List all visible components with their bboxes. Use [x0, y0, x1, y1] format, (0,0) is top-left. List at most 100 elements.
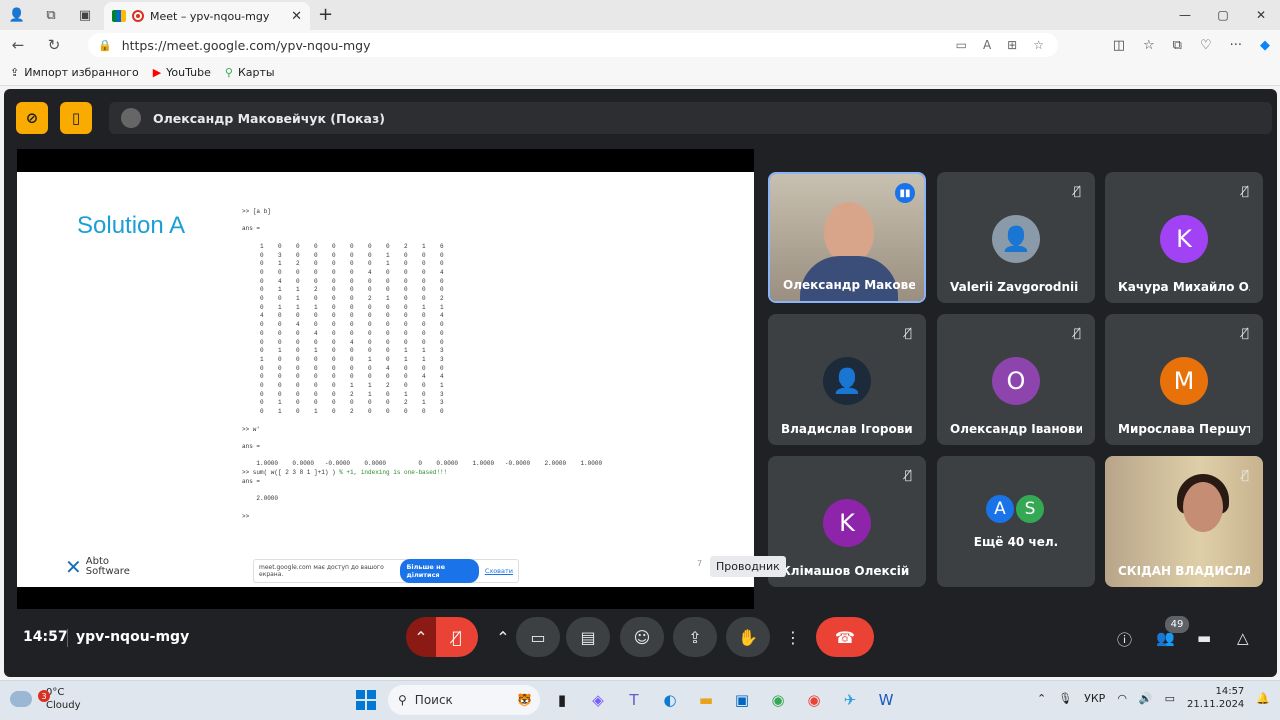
- participant-tile[interactable]: 🎙̸ K Клімашов Олексій О...: [768, 456, 926, 587]
- captions-button[interactable]: ▤: [566, 617, 610, 657]
- mic-off-icon: 🎙̸: [1241, 326, 1249, 340]
- copilot-app-icon[interactable]: ◈: [584, 685, 612, 715]
- participant-name: Олександр Іванович ...: [950, 422, 1082, 436]
- notifications-icon[interactable]: 🔔: [1256, 692, 1270, 705]
- store-icon[interactable]: ▣: [728, 685, 756, 715]
- bookmark-import[interactable]: ⇪ Импорт избранного: [10, 66, 139, 79]
- browser-essentials-icon[interactable]: ♡: [1200, 38, 1212, 53]
- matlab-output: >> [a b] ans = 1 0 0 0 0 0 0 0 2 1 6 0 3…: [242, 208, 602, 521]
- chevron-up-icon[interactable]: ⌃: [1037, 692, 1046, 705]
- copilot-icon[interactable]: ◆: [1260, 38, 1270, 53]
- active-tab[interactable]: Meet – ypv-nqou-mgy ✕: [104, 2, 310, 30]
- collections-icon[interactable]: ⧉: [34, 0, 68, 30]
- split-screen-icon[interactable]: ◫: [1113, 38, 1125, 53]
- meeting-info-icon[interactable]: ⓘ: [1117, 629, 1132, 650]
- participant-tile[interactable]: 🎙̸ СКІДАН ВЛАДИСЛАВ...: [1105, 456, 1263, 587]
- avatar: S: [1014, 493, 1046, 525]
- new-tab-icon[interactable]: +: [318, 4, 333, 25]
- tab-actions-icon[interactable]: ▣: [68, 0, 102, 30]
- present-button[interactable]: ⇪: [673, 617, 717, 657]
- maximize-icon[interactable]: ▢: [1204, 0, 1242, 30]
- participant-name: Олександр Маковей...: [783, 278, 915, 292]
- emoji-icon: ☺: [633, 627, 651, 647]
- favorites-icon[interactable]: ☆: [1143, 38, 1155, 53]
- meet-favicon-icon: [112, 10, 126, 22]
- mic-off-icon: 🎙̸: [1241, 468, 1249, 482]
- url-text[interactable]: https://meet.google.com/ypv-nqou-mgy: [122, 38, 946, 53]
- participant-tile[interactable]: 🎙̸ K Качура Михайло Оле...: [1105, 172, 1263, 303]
- start-button[interactable]: [352, 685, 380, 715]
- mic-off-icon: 🎙̸: [1241, 184, 1249, 198]
- word-icon[interactable]: W: [872, 685, 900, 715]
- more-participants-label: Ещё 40 чел.: [973, 535, 1059, 549]
- volume-icon[interactable]: 🔊: [1139, 692, 1153, 705]
- battery-icon[interactable]: ▭: [1165, 692, 1175, 705]
- hand-icon: ✋: [738, 627, 758, 647]
- door-icon: ▯: [71, 109, 81, 127]
- favorite-star-icon[interactable]: ☆: [1033, 38, 1044, 52]
- refresh-icon[interactable]: ↻: [36, 36, 72, 54]
- reactions-button[interactable]: ☺: [620, 617, 664, 657]
- participant-tile[interactable]: 🎙̸ M Мирослава Першута: [1105, 314, 1263, 445]
- chrome-profile-icon[interactable]: ◉: [800, 685, 828, 715]
- no-video-icon: ⊘: [25, 109, 39, 127]
- camera-icon[interactable]: ▭: [956, 38, 967, 52]
- lock-icon[interactable]: 🔒: [98, 39, 112, 52]
- hide-notice-link[interactable]: Сховати: [485, 567, 513, 575]
- bookmark-maps[interactable]: ⚲ Карты: [225, 66, 275, 79]
- chrome-icon[interactable]: ◉: [764, 685, 792, 715]
- minimize-icon[interactable]: —: [1166, 0, 1204, 30]
- tab-title: Meet – ypv-nqou-mgy: [150, 9, 270, 23]
- more-options-button[interactable]: ⋮: [780, 617, 806, 657]
- present-screen-icon: ⇪: [688, 627, 702, 647]
- collections-toolbar-icon[interactable]: ⧉: [1173, 38, 1182, 53]
- weather-widget[interactable]: 3 0°C Cloudy: [10, 686, 80, 712]
- read-aloud-icon[interactable]: A: [983, 38, 991, 52]
- bookmark-youtube[interactable]: ▶ YouTube: [153, 66, 211, 79]
- bookmarks-bar: ⇪ Импорт избранного ▶ YouTube ⚲ Карты: [0, 60, 1280, 86]
- audio-options-button[interactable]: ⌃: [406, 617, 436, 657]
- system-tray: ⌃ 🎙 УКР ◠ 🔊 ▭ 14:57 21.11.2024 🔔: [1037, 685, 1270, 711]
- participant-tile[interactable]: 🎙̸ O Олександр Іванович ...: [937, 314, 1095, 445]
- avatar: 👤: [823, 357, 871, 405]
- participant-tile[interactable]: 🎙̸ 👤 Владислав Ігорович ...: [768, 314, 926, 445]
- more-participants-tile[interactable]: A S Ещё 40 чел.: [937, 456, 1095, 587]
- stop-sharing-button[interactable]: Більше не ділитися: [400, 559, 479, 583]
- activities-icon[interactable]: △: [1237, 629, 1249, 647]
- camera-toggle-button[interactable]: ▭: [516, 617, 560, 657]
- back-icon[interactable]: ←: [0, 36, 36, 54]
- close-window-icon[interactable]: ✕: [1242, 0, 1280, 30]
- telegram-icon[interactable]: ✈: [836, 685, 864, 715]
- captions-off-button[interactable]: ⊘: [16, 102, 48, 134]
- layout-button[interactable]: ▯: [60, 102, 92, 134]
- microphone-icon[interactable]: 🎙: [1058, 692, 1072, 705]
- language-indicator[interactable]: УКР: [1084, 692, 1105, 705]
- participant-tile[interactable]: 🎙̸ 👤 Valerii Zavgorodnii: [937, 172, 1095, 303]
- mic-toggle-button[interactable]: 🎙̸: [436, 617, 478, 657]
- clock[interactable]: 14:57 21.11.2024: [1187, 685, 1244, 711]
- chat-icon[interactable]: ▬: [1197, 629, 1211, 647]
- avatar: 👤: [992, 215, 1040, 263]
- teams-icon[interactable]: T: [620, 685, 648, 715]
- bookmark-label: Карты: [237, 66, 275, 79]
- code-comment: % +1, indexing is one-based!!!: [335, 469, 448, 477]
- edge-icon[interactable]: ◐: [656, 685, 684, 715]
- file-explorer-icon[interactable]: ▬: [692, 685, 720, 715]
- profile-icon[interactable]: 👤: [0, 0, 34, 30]
- close-tab-icon[interactable]: ✕: [291, 9, 302, 24]
- app-icon[interactable]: ⊞: [1007, 38, 1017, 52]
- raise-hand-button[interactable]: ✋: [726, 617, 770, 657]
- chevron-up-icon: ⌃: [414, 627, 428, 647]
- wifi-icon[interactable]: ◠: [1117, 692, 1127, 705]
- more-menu-icon[interactable]: ···: [1230, 38, 1242, 53]
- participant-name: Valerii Zavgorodnii: [950, 280, 1079, 294]
- url-field[interactable]: 🔒 https://meet.google.com/ypv-nqou-mgy ▭…: [88, 33, 1058, 57]
- presenter-bar: Олександр Маковейчук (Показ): [109, 102, 1272, 134]
- presentation-slide: Solution A >> [a b] ans = 1 0 0 0 0 0 0 …: [17, 172, 754, 587]
- taskbar-search[interactable]: ⚲ Поиск 🐯: [388, 685, 540, 715]
- leave-call-button[interactable]: ☎: [816, 617, 874, 657]
- task-view-icon[interactable]: ▮: [548, 685, 576, 715]
- video-options-button[interactable]: ⌃: [490, 617, 516, 657]
- code-block: >> [a b] ans = 1 0 0 0 0 0 0 0 2 1 6 0 3…: [242, 208, 603, 468]
- participant-tile[interactable]: ▮▮ Олександр Маковей...: [768, 172, 926, 303]
